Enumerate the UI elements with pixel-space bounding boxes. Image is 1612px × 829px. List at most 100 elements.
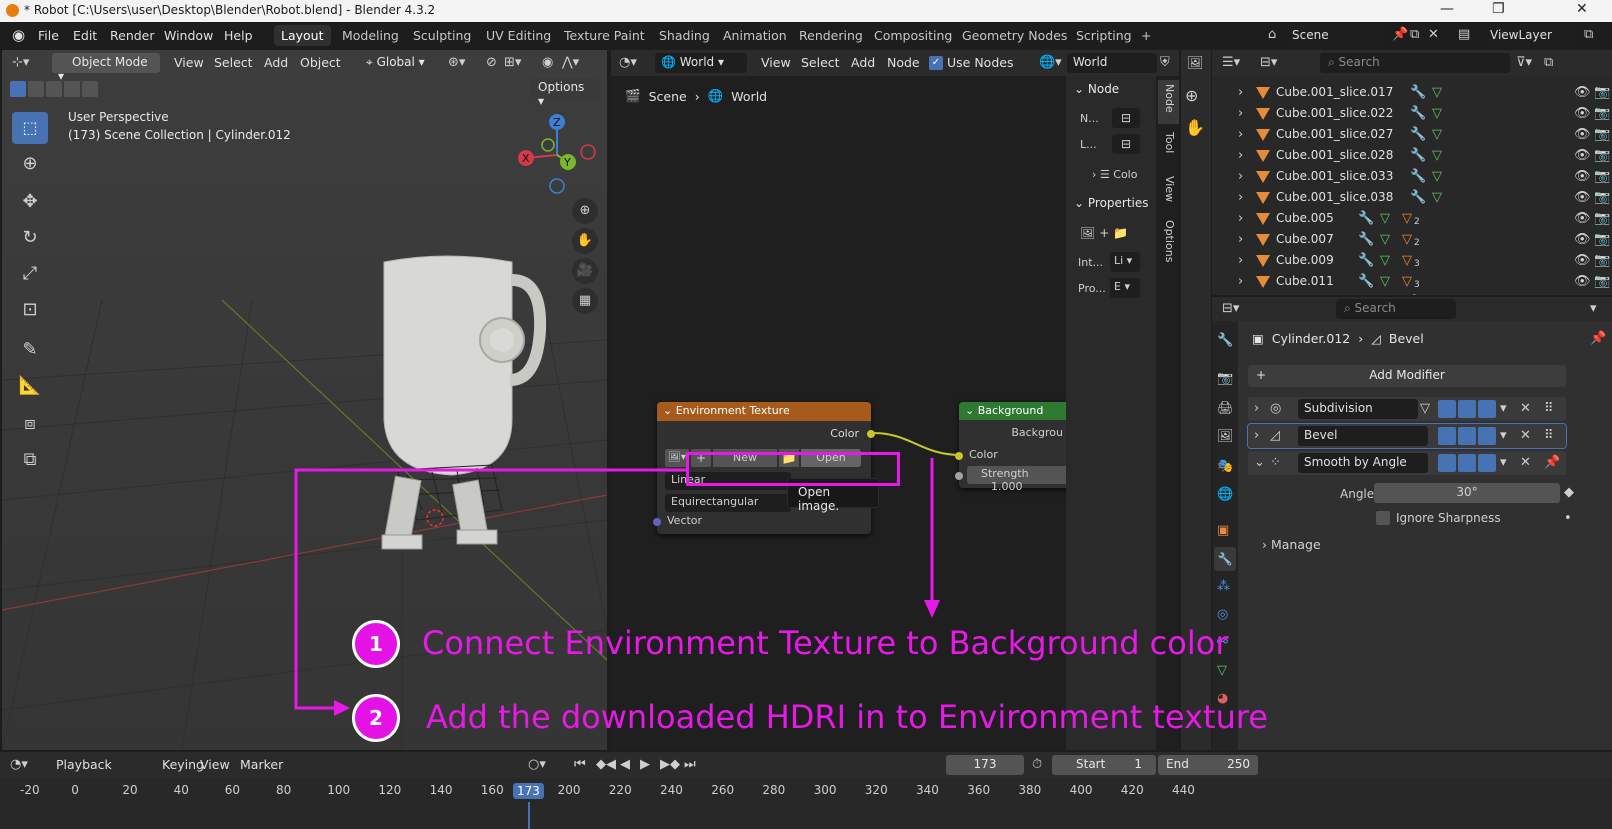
outliner[interactable]: ☰▾ ⊟▾ ⌕ Search ⊽▾ ⧉ › Cube.001_slice.017 🔧… (1212, 50, 1612, 295)
tab-scripting[interactable]: Scripting (1069, 25, 1139, 46)
select-box-tool-icon[interactable]: ⬚ (12, 112, 48, 144)
outliner-row[interactable]: › Cube.011 🔧 ▽ ▽ 3 👁 📷 (1212, 271, 1612, 291)
new-collection-icon[interactable]: ⧉ (1544, 55, 1553, 70)
expand-chevron-icon[interactable]: › (1238, 253, 1243, 268)
bg-node-header[interactable]: ⌄ Background (959, 402, 1069, 420)
proj-dropdown[interactable]: E ▾ (1110, 278, 1140, 298)
move-tool-icon[interactable]: ✥ (12, 186, 48, 218)
outliner-row[interactable]: › Cube.001_slice.027 🔧 ▽ 👁 📷 (1212, 124, 1612, 144)
add-modifier-button[interactable]: + Add Modifier (1248, 365, 1566, 387)
data-tab-icon[interactable]: ▽ (1217, 663, 1227, 678)
rotate-tool-icon[interactable]: ↻ (12, 222, 48, 254)
render-camera-icon[interactable]: 📷 (1594, 127, 1610, 142)
jump-next-key-icon[interactable]: ▶◆ (660, 757, 680, 772)
jump-prev-key-icon[interactable]: ◆◀ (596, 757, 616, 772)
properties-panel-header[interactable]: ⌄ Properties (1074, 196, 1149, 210)
falloff-icon[interactable]: ⋀▾ (562, 55, 579, 70)
modifier-bevel[interactable]: › ◿ Bevel ▾ ✕ ⠿ (1247, 423, 1567, 449)
modifier-tab-icon[interactable]: 🔧 (1214, 547, 1236, 571)
render-camera-icon[interactable]: 📷 (1594, 274, 1610, 289)
particles-tab-icon[interactable]: ⁂ (1217, 579, 1230, 594)
pan-hand-icon[interactable]: ✋ (572, 228, 598, 254)
timeline-menu-view[interactable]: View (200, 757, 230, 772)
render-camera-icon[interactable]: 📷 (1594, 85, 1610, 100)
mesh-data-icon[interactable]: ▽ (1432, 169, 1442, 184)
edit-cage-icon[interactable]: ▽ (1420, 401, 1430, 416)
env-color-socket[interactable] (867, 430, 875, 438)
sidebar-plus-icon[interactable]: + (1099, 226, 1109, 240)
transform-orientation[interactable]: ⌖ Global ▾ (360, 53, 440, 73)
world-tab-icon[interactable]: 🌐 (1217, 487, 1233, 502)
outliner-row[interactable]: › Cube.001_slice.033 🔧 ▽ 👁 📷 (1212, 166, 1612, 186)
ignore-sharpness-checkbox[interactable] (1376, 511, 1390, 525)
outliner-type-icon[interactable]: ☰▾ (1222, 55, 1240, 70)
menu-edit[interactable]: Edit (73, 28, 97, 43)
mesh-data-icon[interactable]: ▽ (1432, 106, 1442, 121)
object-tab-icon[interactable]: ▣ (1217, 523, 1229, 538)
outliner-row[interactable]: › Cube.009 🔧 ▽ ▽ 3 👁 📷 (1212, 250, 1612, 270)
modifier-menu-chevron-icon[interactable]: ▾ (1500, 401, 1507, 416)
render-camera-icon[interactable]: 📷 (1594, 253, 1610, 268)
smooth-collapse-chevron-icon[interactable]: ⌄ (1254, 455, 1265, 470)
expand-chevron-icon[interactable]: › (1238, 85, 1243, 100)
menu-file[interactable]: File (38, 28, 59, 43)
tab-sculpting[interactable]: Sculpting (406, 25, 478, 46)
bevel-viewport-toggle-icon[interactable] (1458, 427, 1476, 445)
angle-keyframe-icon[interactable]: ◆ (1564, 485, 1574, 500)
mesh-data-icon[interactable]: ▽ (1432, 85, 1442, 100)
display-mode-icon[interactable]: ⊟▾ (1260, 55, 1277, 70)
play-icon[interactable]: ▶ (640, 757, 650, 772)
strength-field[interactable]: Strength 1.000 (967, 466, 1069, 493)
mesh-data-icon[interactable]: ▽ (1380, 274, 1390, 289)
subdivision-name-field[interactable]: Subdivision (1298, 399, 1418, 419)
add-workspace-button[interactable]: + (1134, 25, 1158, 46)
tab-animation[interactable]: Animation (716, 25, 794, 46)
bg-color-socket[interactable] (955, 452, 963, 460)
smooth-name-field[interactable]: Smooth by Angle (1298, 453, 1428, 473)
modifier-wrench-icon[interactable]: 🔧 (1410, 169, 1426, 184)
tool-tab-icon[interactable]: 🔧 (1217, 333, 1233, 348)
outliner-row[interactable]: › Cube.001_slice.022 🔧 ▽ 👁 📷 (1212, 103, 1612, 123)
mesh-data-icon[interactable]: ▽ (1432, 127, 1442, 142)
modifier-wrench-icon[interactable]: 🔧 (1410, 106, 1426, 121)
maximize-button[interactable]: ❐ (1492, 1, 1505, 17)
modifier-wrench-icon[interactable]: 🔧 (1410, 190, 1426, 205)
close-window-button[interactable]: ✕ (1576, 1, 1588, 17)
smooth-pin-icon[interactable]: 📌 (1544, 455, 1560, 470)
image-editor-icon[interactable]: 🖼 (1187, 56, 1204, 71)
interp-dropdown[interactable]: Li ▾ (1110, 252, 1140, 272)
auto-key-icon[interactable]: ○▾ (528, 757, 546, 772)
pin-icon[interactable]: 📌 (1392, 27, 1408, 42)
render-camera-icon[interactable]: 📷 (1594, 148, 1610, 163)
bevel-render-toggle-icon[interactable] (1478, 427, 1496, 445)
timeline-menu-marker[interactable]: Marker (240, 757, 283, 772)
angle-field[interactable]: 30° (1374, 483, 1560, 503)
modifier-wrench-icon[interactable]: 🔧 (1410, 148, 1426, 163)
bevel-menu-chevron-icon[interactable]: ▾ (1500, 428, 1507, 443)
expand-chevron-icon[interactable]: › (1238, 232, 1243, 247)
mesh-data-icon[interactable]: ▽ (1432, 148, 1442, 163)
tab-texture-paint[interactable]: Texture Paint (557, 25, 652, 46)
props-options-chevron-icon[interactable]: ▾ (1590, 301, 1597, 316)
bevel-editmode-toggle-icon[interactable] (1438, 427, 1456, 445)
transform-tool-icon[interactable]: ⊡ (12, 294, 48, 326)
scene-tab-icon[interactable]: 🎭 (1217, 459, 1233, 474)
viewport-menu-object[interactable]: Object (300, 55, 341, 70)
viewport-options-button[interactable]: Options ▾ (530, 78, 600, 108)
outliner-row[interactable]: ›Cube.013🔧▽👁📷 (1212, 292, 1612, 295)
filter-icon[interactable]: ⊽▾ (1516, 55, 1532, 70)
props-pin-icon[interactable]: 📌 (1590, 331, 1606, 346)
props-type-icon[interactable]: ⊟▾ (1222, 301, 1239, 316)
props-search-input[interactable]: ⌕ Search (1336, 299, 1456, 319)
render-toggle-icon[interactable] (1478, 400, 1496, 418)
visibility-eye-icon[interactable]: 👁 (1574, 148, 1591, 163)
cursor-tool-icon[interactable]: ⊕ (12, 148, 48, 180)
navigation-gizmo[interactable]: Z X Y (512, 110, 602, 200)
mesh-data-icon[interactable]: ▽ (1380, 232, 1390, 247)
snap-target-icon[interactable]: ⊞▾ (504, 55, 521, 70)
outliner-row[interactable]: › Cube.007 🔧 ▽ ▽ 2 👁 📷 (1212, 229, 1612, 249)
vector-input-socket[interactable] (653, 518, 661, 526)
expand-chevron-icon[interactable]: › (1238, 211, 1243, 226)
menu-help[interactable]: Help (224, 28, 253, 43)
timeline-type-icon[interactable]: ◔▾ (10, 757, 28, 772)
